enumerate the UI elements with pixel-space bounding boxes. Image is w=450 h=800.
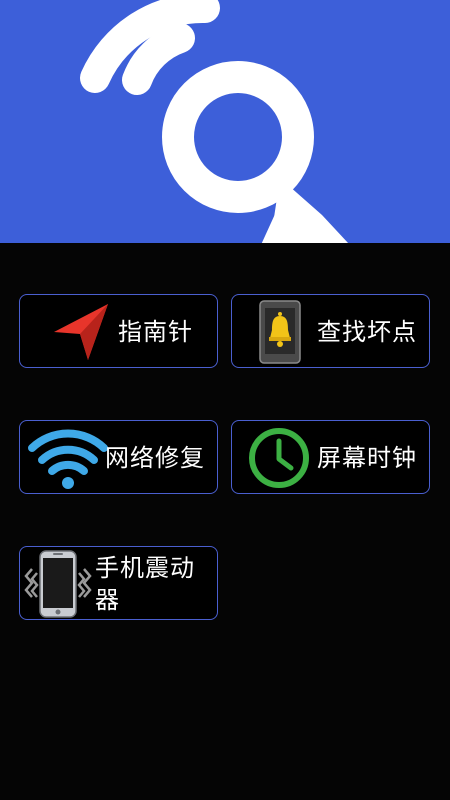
phone-vibrator-label: 手机震动器 <box>95 554 195 614</box>
app-screen: 指南针 查找坏点 网络修复 屏幕时钟 手机震动器 <box>0 0 450 800</box>
compass-label: 指南针 <box>118 318 193 346</box>
compass-arrow-icon <box>54 304 108 360</box>
screen-clock-button[interactable]: 屏幕时钟 <box>231 420 430 494</box>
bell-screen-icon <box>259 300 301 364</box>
clock-icon <box>249 428 309 488</box>
network-repair-label: 网络修复 <box>105 444 205 472</box>
network-repair-button[interactable]: 网络修复 <box>19 420 218 494</box>
dead-pixel-button[interactable]: 查找坏点 <box>231 294 430 368</box>
search-signal-icon <box>80 0 349 243</box>
header-banner <box>0 0 450 243</box>
screen-clock-label: 屏幕时钟 <box>317 444 417 472</box>
wifi-icon <box>28 429 108 489</box>
phone-vibrator-button[interactable]: 手机震动器 <box>19 546 218 620</box>
compass-button[interactable]: 指南针 <box>19 294 218 368</box>
phone-vibrate-icon <box>24 550 92 618</box>
dead-pixel-label: 查找坏点 <box>317 318 417 346</box>
